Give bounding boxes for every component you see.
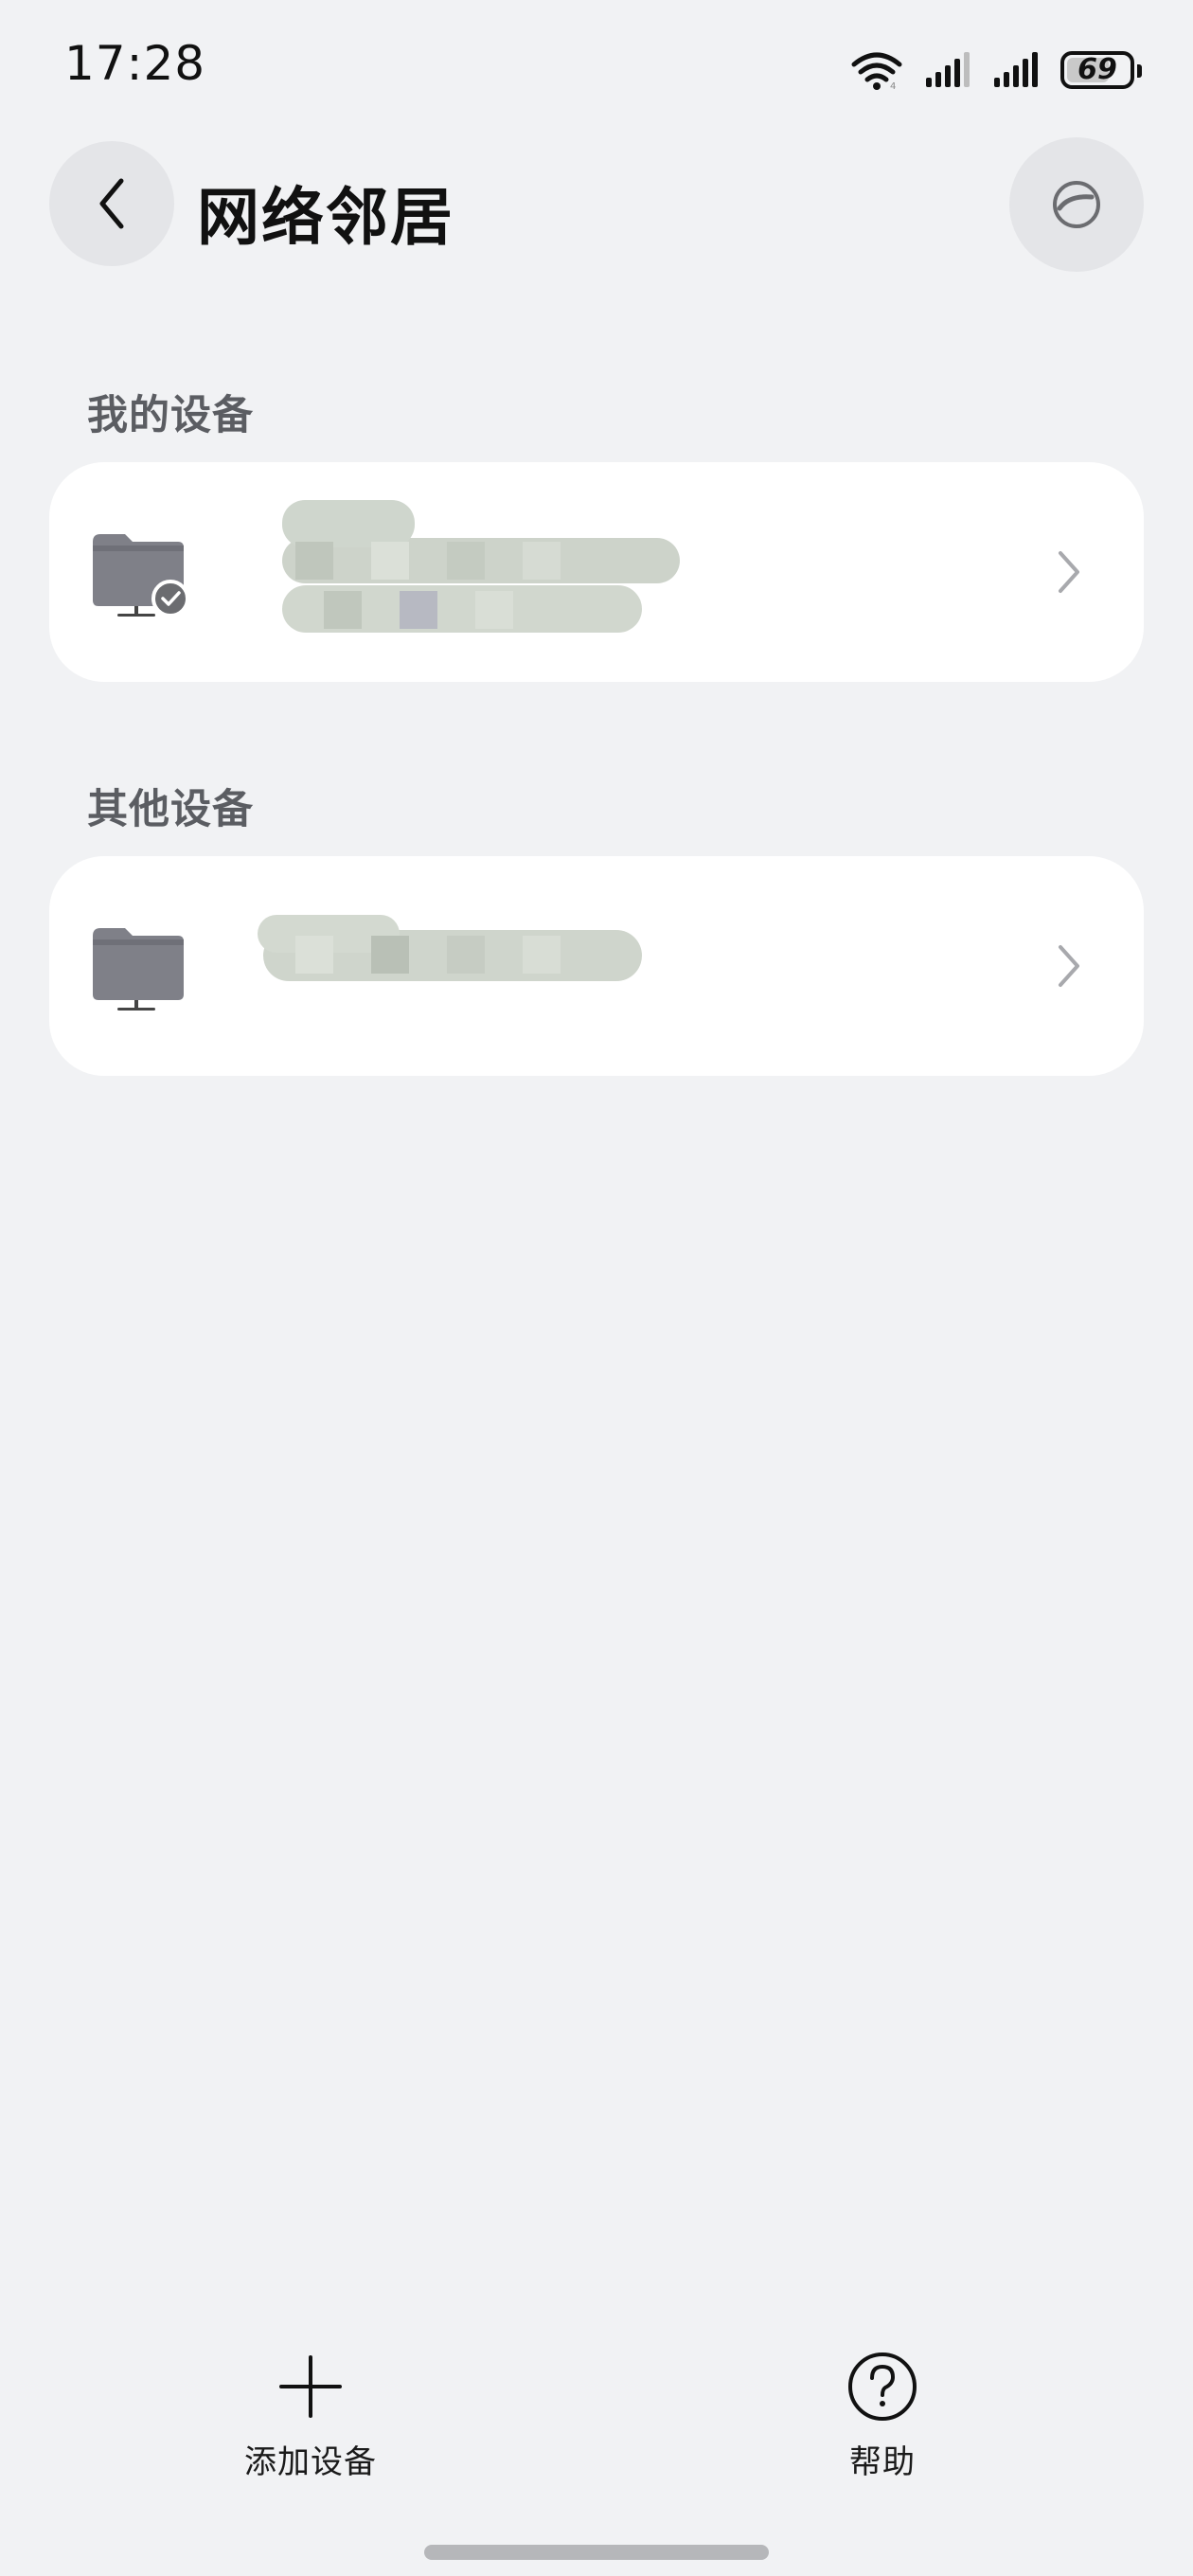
help-icon: [845, 2349, 920, 2424]
back-button[interactable]: [49, 141, 174, 266]
status-icons: 4 69: [850, 45, 1142, 95]
folder-monitor-icon: [93, 928, 184, 1011]
section-label-my-devices: 我的设备: [87, 392, 254, 439]
page-title: 网络邻居: [197, 181, 454, 254]
add-device-button[interactable]: 添加设备: [197, 2349, 424, 2500]
battery-icon: 69: [1060, 51, 1142, 89]
device-name: [229, 500, 230, 501]
chevron-right-icon: [1059, 945, 1079, 987]
help-label: 帮助: [849, 2443, 916, 2481]
redaction-blur: [258, 915, 642, 981]
sweep-icon: [1053, 181, 1100, 228]
signal-icon: [994, 52, 1038, 87]
plus-icon: [273, 2349, 348, 2424]
wifi-icon: 4: [851, 52, 902, 91]
battery-cap: [1137, 64, 1142, 78]
help-button[interactable]: 帮助: [769, 2349, 996, 2500]
section-label-other-devices: 其他设备: [87, 786, 254, 833]
device-card-other-device[interactable]: [49, 856, 1144, 1076]
status-time: 17:28: [64, 36, 206, 91]
scan-button[interactable]: [1009, 137, 1144, 272]
device-name-redacted: [229, 911, 684, 1053]
add-device-label: 添加设备: [244, 2443, 377, 2481]
device-name: [229, 911, 230, 912]
device-card-my-device[interactable]: [49, 462, 1144, 682]
folder-monitor-icon: [93, 534, 189, 617]
device-name-redacted: [229, 500, 684, 642]
check-badge-icon: [151, 580, 189, 617]
chevron-right-icon: [1059, 551, 1079, 593]
redaction-blur: [282, 500, 680, 633]
header: 网络邻居: [0, 133, 1193, 275]
battery-level: 69: [1077, 53, 1117, 86]
chevron-left-icon: [99, 178, 124, 229]
svg-text:4: 4: [890, 81, 896, 91]
status-bar: 17:28 4 69: [0, 0, 1193, 142]
home-indicator[interactable]: [424, 2545, 769, 2560]
signal-icon: [926, 52, 970, 87]
